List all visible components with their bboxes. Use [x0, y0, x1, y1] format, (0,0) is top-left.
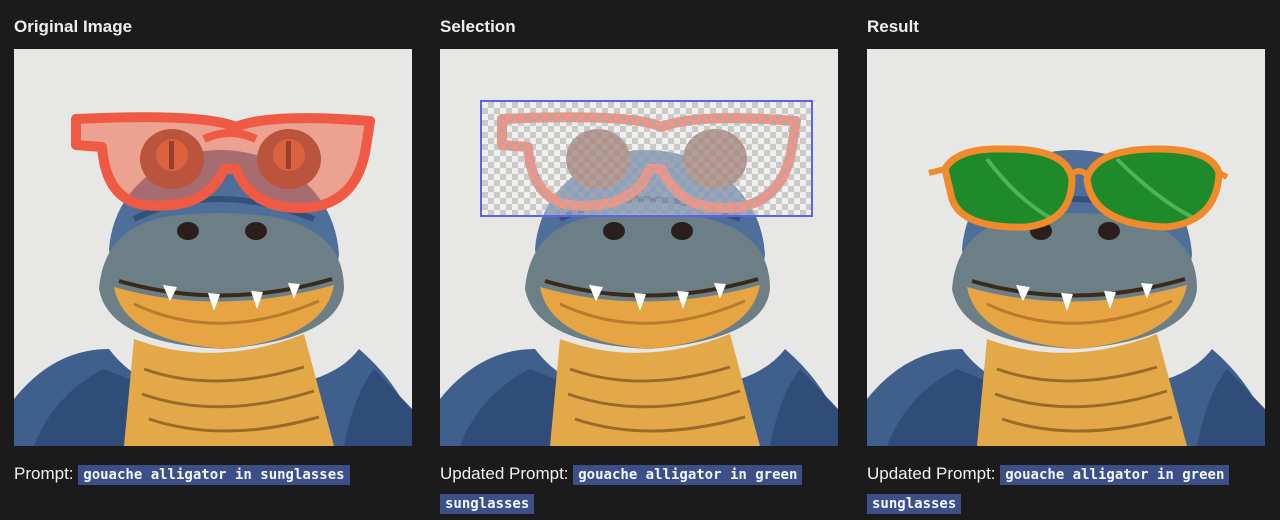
prompt-label: Updated Prompt:: [440, 464, 569, 483]
selection-image[interactable]: [440, 49, 838, 446]
panel-title: Result: [867, 17, 919, 36]
prompt: Prompt: gouache alligator in sunglasses: [14, 460, 414, 489]
original-image[interactable]: [14, 49, 412, 446]
prompt-label: Prompt:: [14, 464, 74, 483]
result-image[interactable]: [867, 49, 1265, 446]
selection-rectangle[interactable]: [480, 100, 813, 217]
alligator-image: [14, 49, 412, 446]
prompt-label: Updated Prompt:: [867, 464, 996, 483]
panel-title: Original Image: [14, 17, 133, 36]
prompt: Updated Prompt: gouache alligator in gre…: [440, 460, 840, 518]
panel-title: Selection: [440, 17, 516, 36]
prompt-text: gouache alligator in sunglasses: [78, 465, 350, 485]
alligator-image: [867, 49, 1265, 446]
prompt: Updated Prompt: gouache alligator in gre…: [867, 460, 1267, 518]
